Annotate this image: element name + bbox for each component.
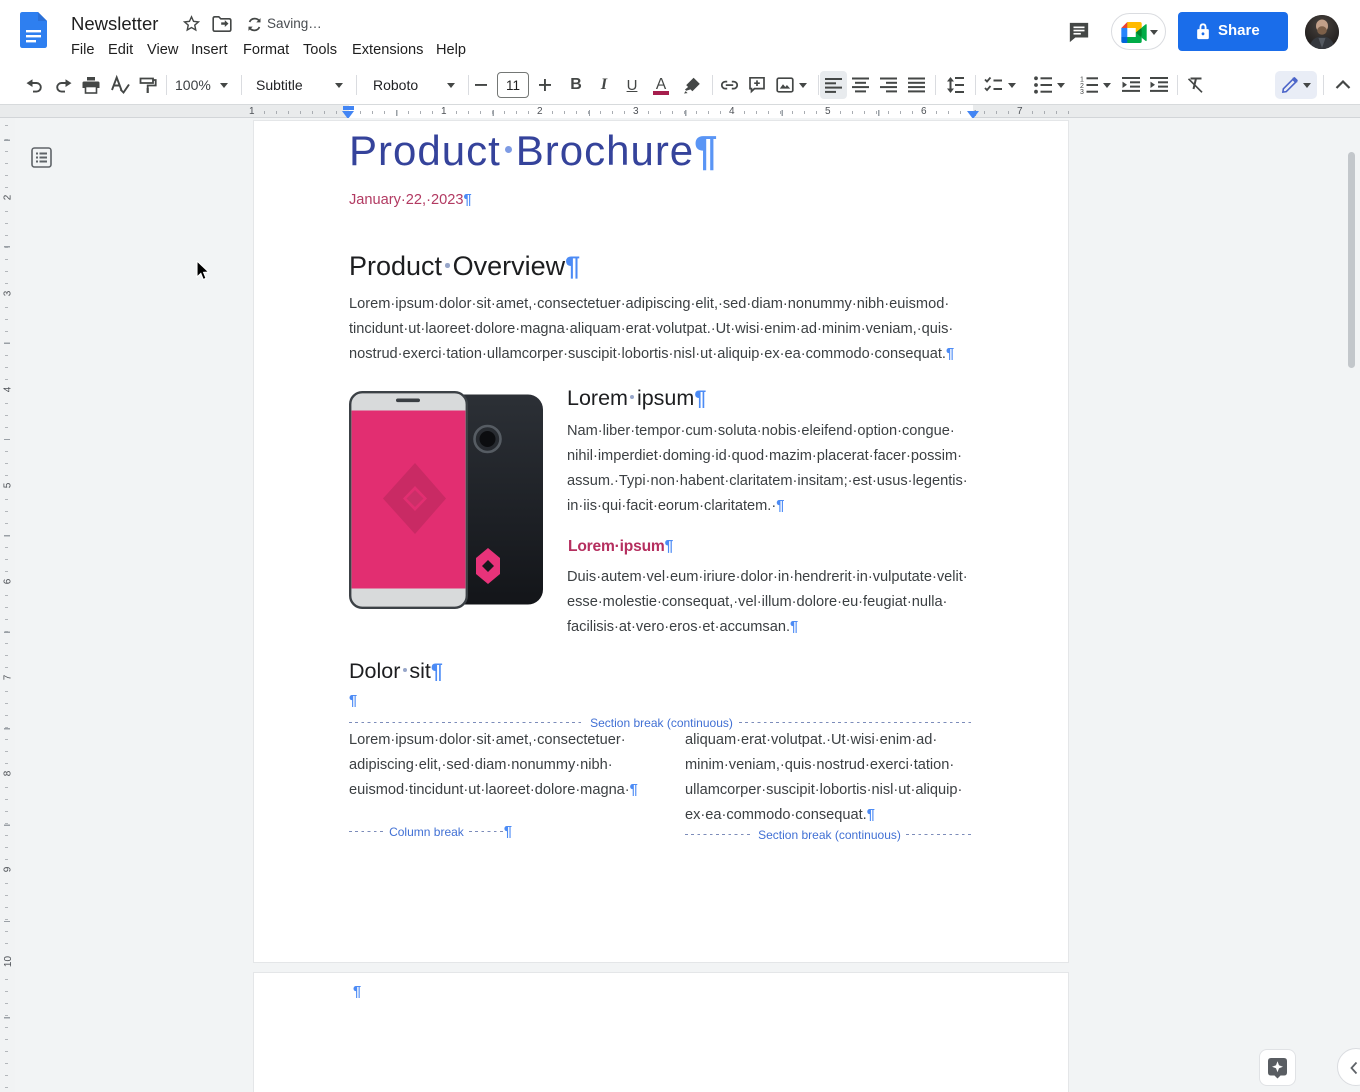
- svg-text:3: 3: [1080, 89, 1084, 96]
